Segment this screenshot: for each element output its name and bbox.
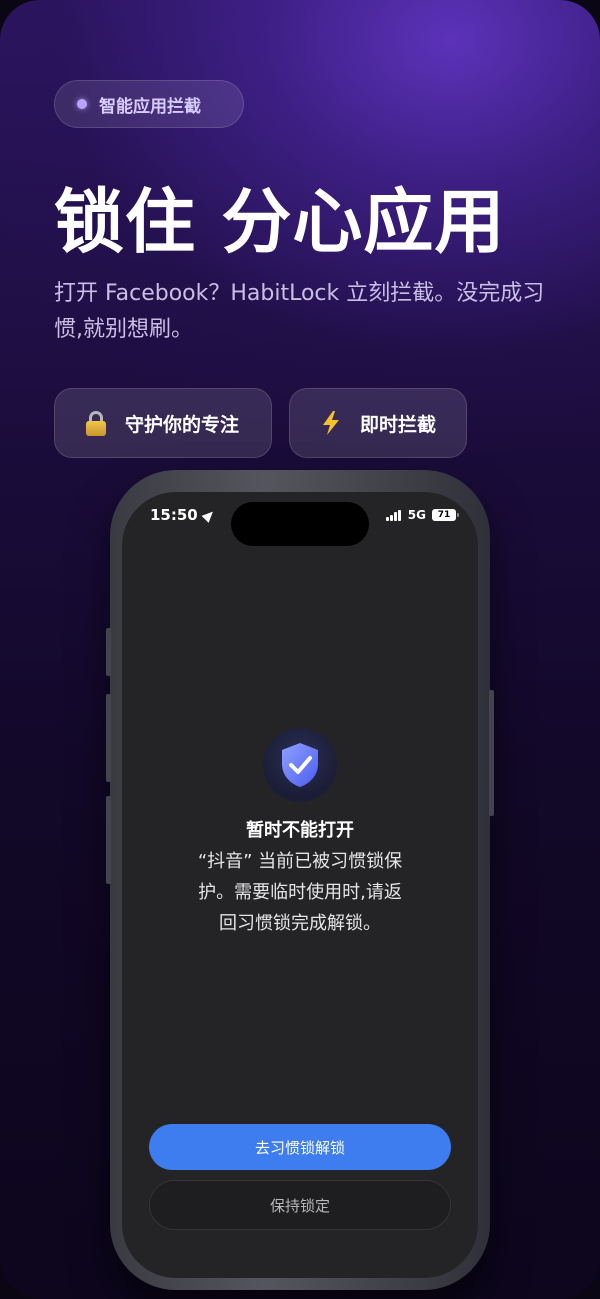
phone-power-button <box>489 690 494 816</box>
location-arrow-icon <box>201 507 217 523</box>
keep-locked-button[interactable]: 保持锁定 <box>149 1180 451 1230</box>
signal-icon <box>385 509 402 521</box>
promo-page: 智能应用拦截 锁住 分心应用 打开 Facebook？HabitLock 立刻拦… <box>0 0 600 1299</box>
status-time: 15:50 <box>150 506 217 524</box>
dynamic-island <box>231 502 369 546</box>
phone-screen: 15:50 5G 71 暂时不能打开 “抖音” 当前已被习惯锁保护。需要临时使用… <box>122 492 478 1278</box>
feature-focus-button[interactable]: 守护你的专注 <box>54 388 272 458</box>
headline: 锁住 分心应用 <box>54 181 506 263</box>
feature-instant-block-button[interactable]: 即时拦截 <box>289 388 467 458</box>
phone-mockup: 15:50 5G 71 暂时不能打开 “抖音” 当前已被习惯锁保护。需要临时使用… <box>106 470 494 1290</box>
status-time-text: 15:50 <box>150 506 198 524</box>
battery-level: 71 <box>437 510 451 520</box>
tag-dot-icon <box>77 99 87 109</box>
lock-icon <box>83 410 109 436</box>
network-type: 5G <box>407 508 426 522</box>
phone-volume-down-button <box>106 796 111 884</box>
block-message: “抖音” 当前已被习惯锁保护。需要临时使用时,请返回习惯锁完成解锁。 <box>197 851 403 934</box>
feature-tag-label: 智能应用拦截 <box>99 96 201 117</box>
subtitle: 打开 Facebook？HabitLock 立刻拦截。没完成习惯,就别想刷。 <box>54 281 545 342</box>
feature-instant-block-label: 即时拦截 <box>360 413 437 436</box>
phone-volume-up-button <box>106 694 111 782</box>
unlock-via-habitlock-button[interactable]: 去习惯锁解锁 <box>149 1124 451 1170</box>
battery-icon: 71 <box>432 509 459 521</box>
status-indicators: 5G 71 <box>385 508 459 522</box>
phone-silent-switch <box>106 628 111 676</box>
shield-check-icon <box>263 728 337 802</box>
lightning-icon <box>318 410 344 436</box>
feature-focus-label: 守护你的专注 <box>125 413 240 436</box>
feature-tag: 智能应用拦截 <box>54 80 244 128</box>
block-title: 暂时不能打开 <box>246 820 354 841</box>
